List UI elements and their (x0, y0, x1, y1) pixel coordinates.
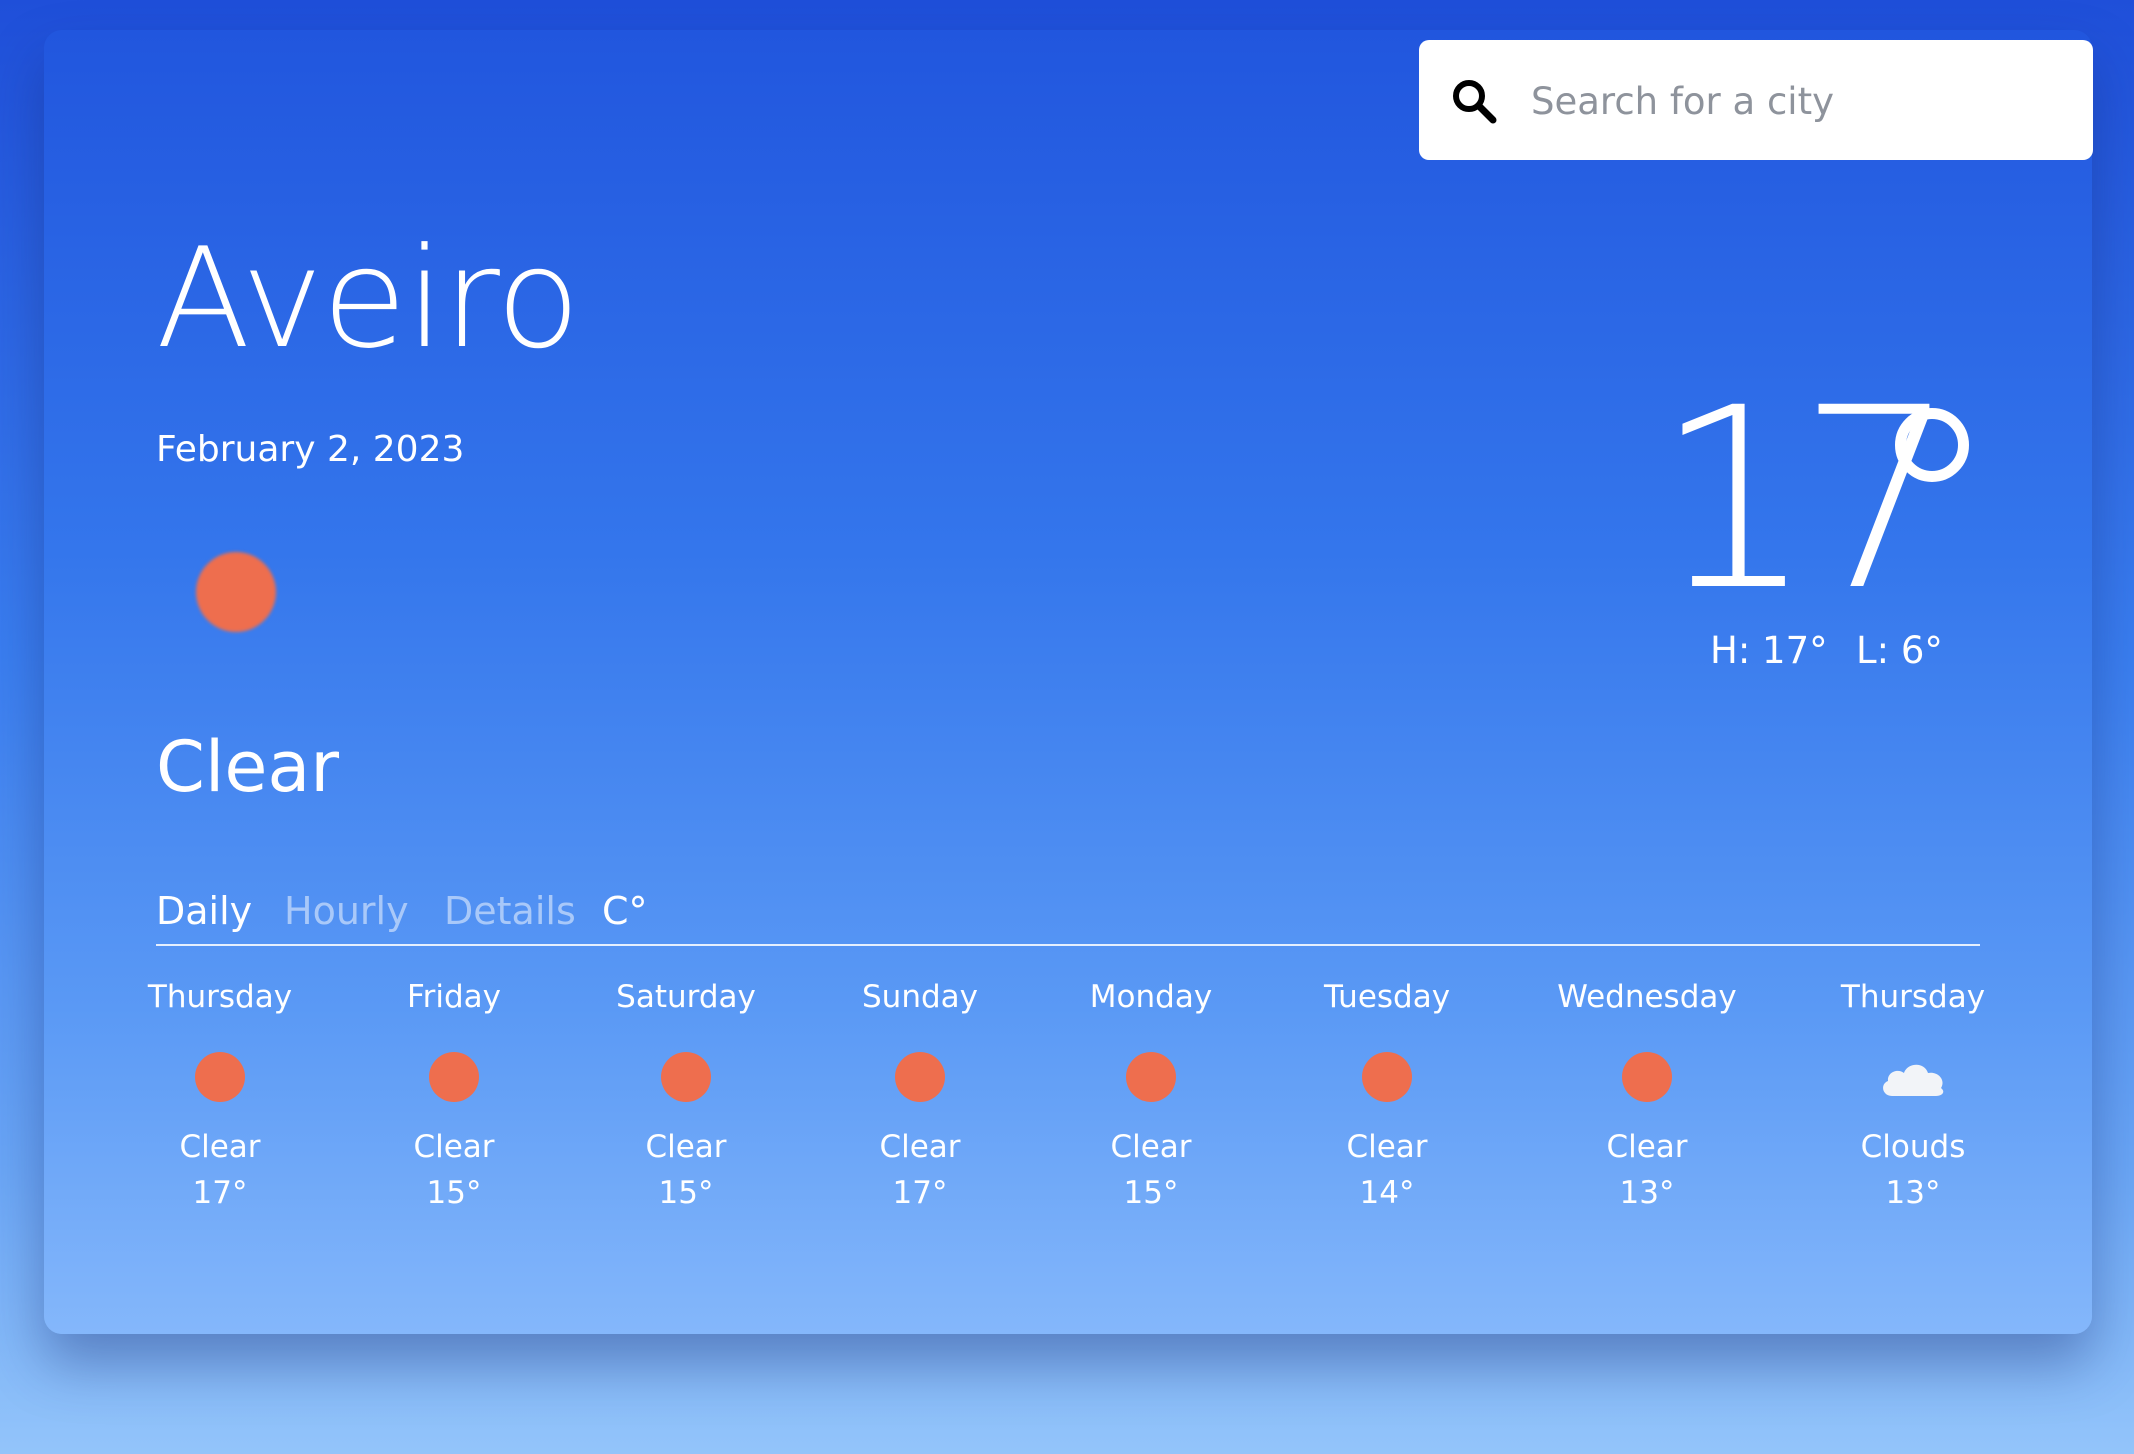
forecast-condition: Clear (179, 1129, 261, 1165)
sun-icon (1622, 1052, 1672, 1102)
forecast-day: Saturday Clear 15° (586, 982, 786, 1222)
sun-icon (661, 1052, 711, 1102)
daily-forecast: Thursday Clear 17° Friday Clear 15° Satu… (120, 982, 2020, 1222)
sun-icon (196, 552, 276, 632)
forecast-day-name: Wednesday (1557, 979, 1737, 1015)
forecast-day-name: Thursday (1840, 979, 1986, 1015)
forecast-tabs: Daily Hourly Details C° (156, 886, 1980, 946)
tab-daily[interactable]: Daily (156, 892, 252, 930)
degree-symbol (1895, 408, 1969, 482)
forecast-day-name: Friday (407, 979, 501, 1015)
forecast-day: Friday Clear 15° (354, 982, 554, 1222)
tab-details[interactable]: Details (444, 892, 576, 930)
high-temperature: H: 17° (1710, 629, 1828, 672)
sun-icon (1126, 1052, 1176, 1102)
forecast-condition: Clear (1346, 1129, 1428, 1165)
tab-hourly[interactable]: Hourly (284, 892, 409, 930)
forecast-temperature: 17° (892, 1175, 948, 1211)
forecast-day: Sunday Clear 17° (820, 982, 1020, 1222)
forecast-day: Tuesday Clear 14° (1287, 982, 1487, 1222)
sun-icon (895, 1052, 945, 1102)
forecast-day: Monday Clear 15° (1051, 982, 1251, 1222)
forecast-day-name: Thursday (147, 979, 293, 1015)
forecast-temperature: 14° (1359, 1175, 1415, 1211)
city-name: Aveiro (156, 218, 580, 379)
forecast-day: Thursday Clear 17° (120, 982, 320, 1222)
low-temperature: L: 6° (1856, 629, 1943, 672)
forecast-condition: Clouds (1860, 1129, 1966, 1165)
sun-icon (1362, 1052, 1412, 1102)
forecast-day: Wednesday Clear 13° (1547, 982, 1747, 1222)
forecast-day: Thursday Clouds 13° (1813, 982, 2013, 1222)
forecast-temperature: 15° (426, 1175, 482, 1211)
forecast-day-name: Saturday (616, 979, 756, 1015)
unit-toggle[interactable]: C° (602, 892, 648, 930)
forecast-day-name: Sunday (862, 979, 978, 1015)
sun-icon (195, 1052, 245, 1102)
current-temperature: 17 (1655, 354, 1995, 645)
forecast-temperature: 13° (1885, 1175, 1941, 1211)
forecast-condition: Clear (1606, 1129, 1688, 1165)
forecast-condition: Clear (1110, 1129, 1192, 1165)
current-condition: Clear (156, 726, 340, 808)
forecast-condition: Clear (413, 1129, 495, 1165)
forecast-day-name: Tuesday (1323, 979, 1451, 1015)
forecast-condition: Clear (645, 1129, 727, 1165)
sun-icon (429, 1052, 479, 1102)
forecast-day-name: Monday (1089, 979, 1213, 1015)
search-box[interactable] (1419, 40, 2093, 160)
search-icon (1453, 80, 1497, 124)
forecast-temperature: 15° (1123, 1175, 1179, 1211)
forecast-temperature: 17° (192, 1175, 248, 1211)
current-temperature-value: 17 (1655, 354, 1957, 645)
cloud-icon (1883, 1064, 1944, 1096)
current-date: February 2, 2023 (156, 429, 465, 470)
forecast-condition: Clear (879, 1129, 961, 1165)
forecast-temperature: 13° (1619, 1175, 1675, 1211)
forecast-temperature: 15° (658, 1175, 714, 1211)
search-input[interactable] (1529, 62, 2073, 140)
